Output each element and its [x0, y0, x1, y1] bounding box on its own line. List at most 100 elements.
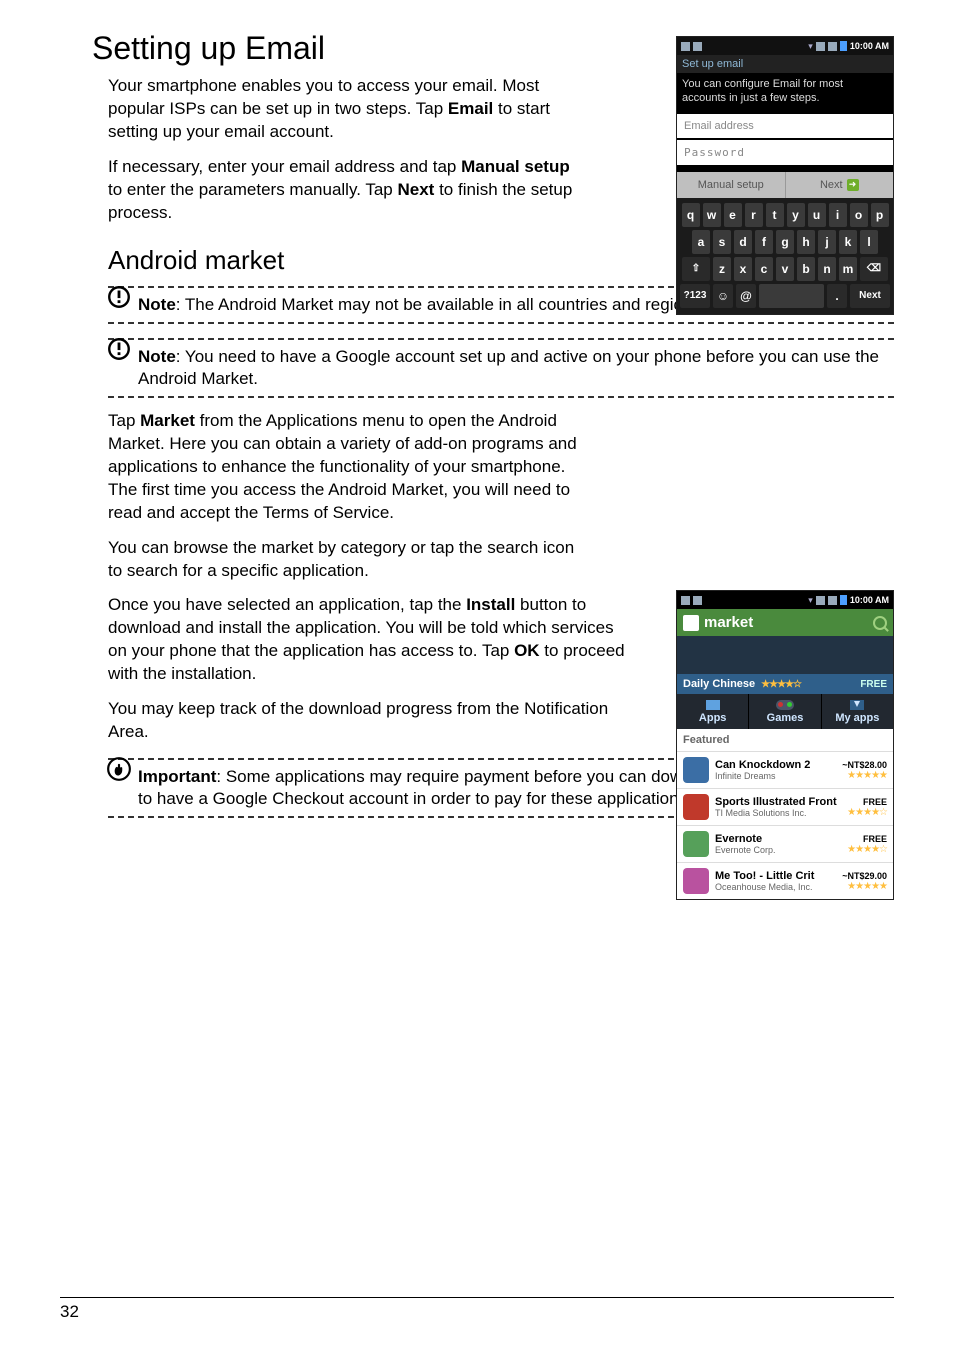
rating-stars: ★★★★☆	[847, 844, 887, 855]
app-price: ~NT$28.00	[842, 760, 887, 770]
keyboard-key[interactable]: f	[755, 230, 773, 254]
text: If necessary, enter your email address a…	[108, 157, 461, 176]
phone-mock-email: ▾ 10:00 AM Set up email You can configur…	[676, 36, 894, 315]
app-price: FREE	[847, 797, 887, 807]
app-name: Evernote	[715, 833, 841, 845]
market-tabs: Apps Games My apps	[677, 694, 893, 729]
keyboard-key[interactable]: y	[787, 203, 805, 227]
password-field[interactable]: Password	[677, 140, 893, 165]
status-icon	[681, 596, 690, 605]
keyboard-key[interactable]: c	[755, 257, 773, 281]
hand-icon	[106, 756, 132, 782]
keyboard-key[interactable]: l	[860, 230, 878, 254]
symbols-key[interactable]: ?123	[680, 284, 710, 308]
text: Once you have selected an application, t…	[108, 595, 466, 614]
keyboard-key[interactable]: p	[871, 203, 889, 227]
period-key[interactable]: .	[827, 284, 847, 308]
app-list-item[interactable]: EvernoteEvernote Corp.FREE★★★★☆	[677, 825, 893, 862]
clock-text: 10:00 AM	[850, 595, 889, 605]
text-bold-ok: OK	[514, 641, 540, 660]
app-price: FREE	[847, 834, 887, 844]
app-list-item[interactable]: Can Knockdown 2Infinite Dreams~NT$28.00★…	[677, 751, 893, 788]
next-button[interactable]: Next➜	[786, 172, 894, 198]
app-icon	[683, 794, 709, 820]
app-price: ~NT$29.00	[842, 871, 887, 881]
text-bold-install: Install	[466, 595, 515, 614]
button-label: Manual setup	[698, 179, 764, 191]
keyboard-key[interactable]: o	[850, 203, 868, 227]
keyboard-key[interactable]: q	[682, 203, 700, 227]
page-number: 32	[60, 1302, 79, 1321]
note-body: : The Android Market may not be availabl…	[176, 295, 706, 314]
keyboard-key[interactable]: x	[734, 257, 752, 281]
keyboard-key[interactable]: z	[713, 257, 731, 281]
market-bag-icon	[683, 615, 699, 631]
tab-label: Games	[767, 712, 804, 724]
keyboard-key[interactable]: d	[734, 230, 752, 254]
signal-bars-icon	[828, 42, 837, 51]
search-icon[interactable]	[873, 616, 887, 630]
keyboard-key[interactable]: g	[776, 230, 794, 254]
space-key[interactable]	[759, 284, 824, 308]
alert-icon	[106, 284, 132, 310]
featured-price: FREE	[860, 679, 887, 690]
text-bold-market: Market	[140, 411, 195, 430]
app-list-item[interactable]: Me Too! - Little CritOceanhouse Media, I…	[677, 862, 893, 899]
app-publisher: Oceanhouse Media, Inc.	[715, 882, 836, 892]
keyboard-key[interactable]: r	[745, 203, 763, 227]
apps-icon	[706, 700, 720, 710]
app-publisher: Infinite Dreams	[715, 771, 836, 781]
featured-banner[interactable]: Daily Chinese ★★★★☆ FREE	[677, 636, 893, 694]
keyboard-key[interactable]: w	[703, 203, 721, 227]
page-footer: 32	[60, 1297, 894, 1322]
keyboard-key[interactable]: h	[797, 230, 815, 254]
keyboard-key[interactable]: u	[808, 203, 826, 227]
tab-label: My apps	[835, 712, 879, 724]
note-label: Note	[138, 295, 176, 314]
app-list-item[interactable]: Sports Illustrated FrontTI Media Solutio…	[677, 788, 893, 825]
market-paragraph-2: You can browse the market by category or…	[108, 537, 588, 583]
download-icon	[850, 700, 864, 710]
email-field[interactable]: Email address	[677, 114, 893, 138]
keyboard-key[interactable]: m	[839, 257, 857, 281]
status-icon	[693, 42, 702, 51]
app-publisher: TI Media Solutions Inc.	[715, 808, 841, 818]
keyboard-key[interactable]: n	[818, 257, 836, 281]
tab-apps[interactable]: Apps	[677, 694, 749, 729]
battery-icon	[840, 41, 847, 51]
battery-icon	[840, 595, 847, 605]
keyboard-key[interactable]: i	[829, 203, 847, 227]
keyboard-key[interactable]: b	[797, 257, 815, 281]
market-paragraph-1: Tap Market from the Applications menu to…	[108, 410, 588, 525]
backspace-key[interactable]: ⌫	[860, 257, 888, 281]
keyboard-key[interactable]: e	[724, 203, 742, 227]
keyboard-next-key[interactable]: Next	[850, 284, 890, 308]
app-name: Me Too! - Little Crit	[715, 870, 836, 882]
note-callout-2: Note: You need to have a Google account …	[108, 338, 894, 398]
signal-icon	[816, 596, 825, 605]
text: to enter the parameters manually. Tap	[108, 180, 397, 199]
keyboard-key[interactable]: s	[713, 230, 731, 254]
tab-games[interactable]: Games	[749, 694, 821, 729]
clock-text: 10:00 AM	[850, 41, 889, 51]
keyboard-key[interactable]: k	[839, 230, 857, 254]
app-icon	[683, 757, 709, 783]
featured-app-name: Daily Chinese	[683, 678, 755, 690]
button-label: Next	[820, 179, 843, 191]
keyboard-key[interactable]: t	[766, 203, 784, 227]
keyboard-key[interactable]: j	[818, 230, 836, 254]
keyboard-key[interactable]: v	[776, 257, 794, 281]
text-bold-email: Email	[448, 99, 493, 118]
at-key[interactable]: @	[736, 284, 756, 308]
emoji-key[interactable]: ☺	[713, 284, 733, 308]
shift-key[interactable]: ⇧	[682, 257, 710, 281]
market-paragraph-3: Once you have selected an application, t…	[108, 594, 628, 686]
keyboard-key[interactable]: a	[692, 230, 710, 254]
market-paragraph-4: You may keep track of the download progr…	[108, 698, 628, 744]
tab-my-apps[interactable]: My apps	[822, 694, 893, 729]
signal-bars-icon	[828, 596, 837, 605]
rating-stars: ★★★★★	[842, 770, 887, 781]
manual-setup-button[interactable]: Manual setup	[677, 172, 786, 198]
status-bar: ▾ 10:00 AM	[677, 591, 893, 609]
featured-section-label: Featured	[677, 729, 893, 751]
